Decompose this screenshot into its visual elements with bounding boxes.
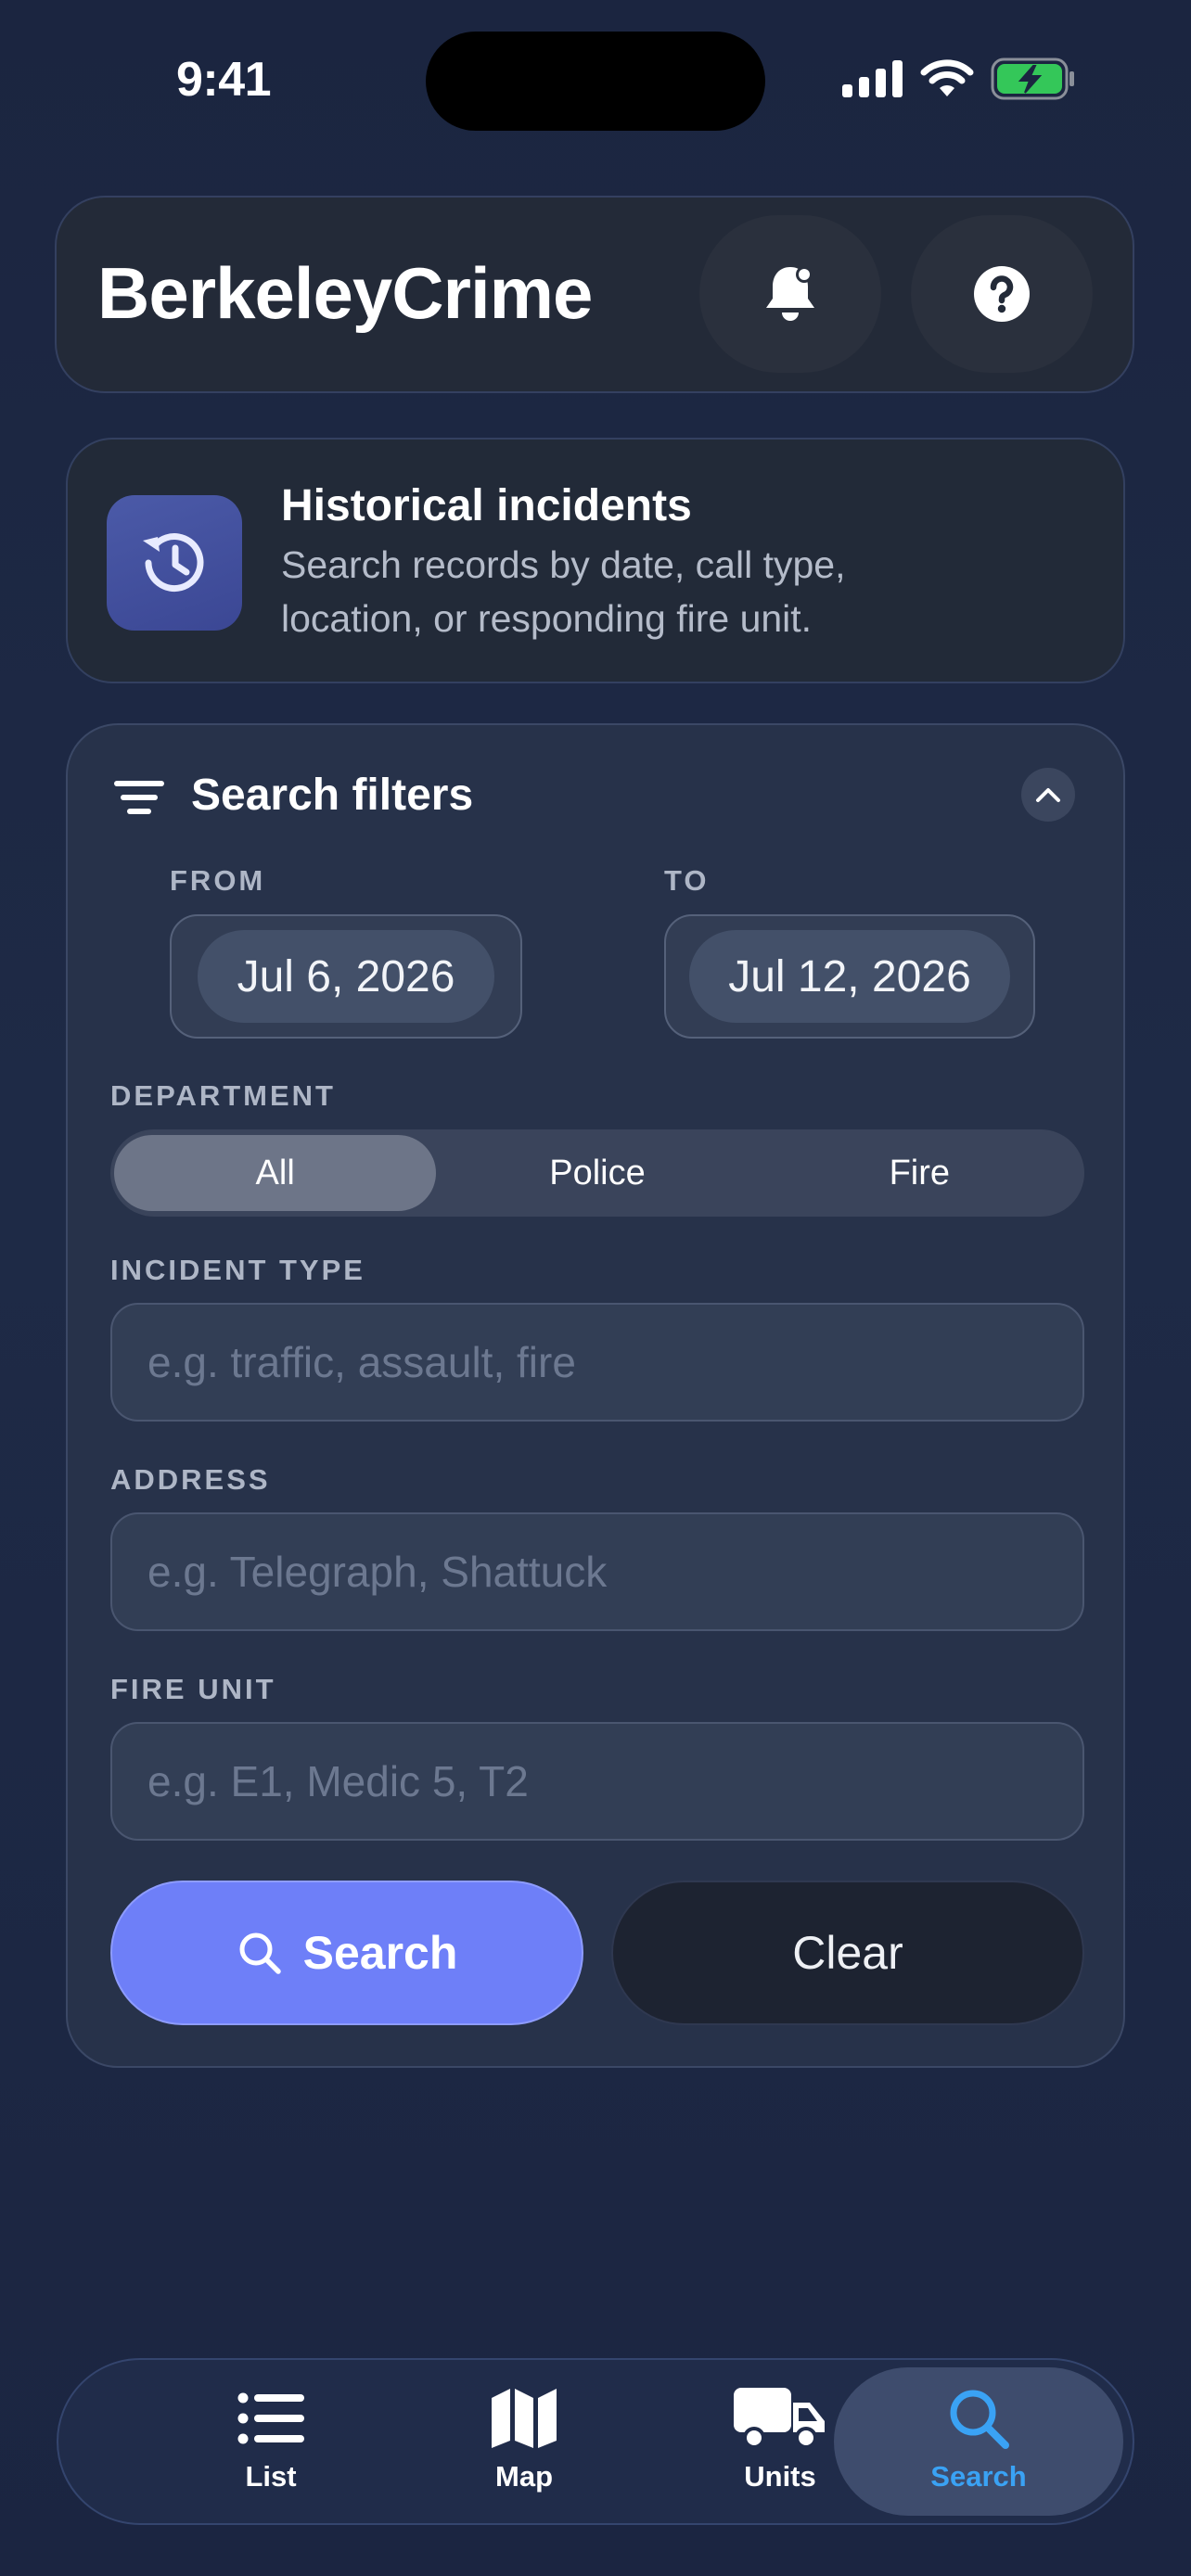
truck-icon (734, 2388, 825, 2449)
tab-map-label: Map (495, 2460, 553, 2493)
signal-icon (842, 60, 903, 97)
fire-unit-label: FIRE UNIT (110, 1673, 276, 1705)
from-date-field[interactable]: Jul 6, 2026 (170, 914, 522, 1039)
chevron-up-icon (1036, 788, 1060, 802)
address-label: ADDRESS (110, 1463, 271, 1496)
incident-type-field[interactable] (110, 1303, 1084, 1422)
help-button[interactable] (911, 215, 1093, 373)
search-button[interactable]: Search (110, 1881, 583, 2025)
info-description: Search records by date, call type, locat… (281, 543, 846, 640)
search-icon (239, 1932, 281, 1974)
notifications-button[interactable] (699, 215, 881, 373)
from-label: FROM (170, 864, 266, 897)
tab-bar: List Map Units Search (57, 2358, 1134, 2525)
status-icons (842, 57, 1076, 100)
incident-type-label: INCIDENT TYPE (110, 1254, 365, 1286)
bell-icon (766, 266, 814, 321)
department-segmented-control[interactable]: All Police Fire (110, 1129, 1084, 1217)
tab-list-label: List (245, 2460, 297, 2493)
segment-all[interactable]: All (114, 1135, 437, 1211)
info-title: Historical incidents (281, 481, 692, 530)
fire-unit-input[interactable] (146, 1755, 1082, 1807)
historical-info-card: Historical incidents Search records by d… (66, 438, 1125, 683)
history-tile (107, 495, 242, 631)
clear-button-label: Clear (792, 1927, 903, 1979)
department-label: DEPARTMENT (110, 1079, 336, 1112)
wifi-icon (920, 59, 974, 96)
battery-icon (991, 57, 1074, 100)
list-icon (237, 2392, 304, 2444)
address-input[interactable] (146, 1546, 1082, 1598)
fire-unit-field[interactable] (110, 1722, 1084, 1841)
tab-search[interactable]: Search (834, 2367, 1123, 2516)
header-card: BerkeleyCrime (55, 196, 1134, 393)
tab-list[interactable]: List (149, 2367, 392, 2516)
search-filters-card: Search filters FROM Jul 6, 2026 TO Jul 1… (66, 723, 1125, 2068)
map-icon (492, 2389, 557, 2448)
to-date-value[interactable]: Jul 12, 2026 (689, 930, 1010, 1023)
segment-police[interactable]: Police (436, 1135, 758, 1211)
tab-search-label: Search (930, 2460, 1027, 2493)
filter-lines-icon (114, 781, 164, 814)
to-label: TO (664, 864, 710, 897)
tab-units-label: Units (744, 2460, 816, 2493)
filters-title: Search filters (191, 771, 474, 820)
status-time: 9:41 (176, 53, 272, 107)
clear-button[interactable]: Clear (611, 1881, 1084, 2025)
collapse-filters-button[interactable] (1021, 768, 1075, 822)
question-circle-icon (974, 266, 1030, 322)
dynamic-island (426, 32, 765, 131)
to-date-field[interactable]: Jul 12, 2026 (664, 914, 1035, 1039)
incident-type-input[interactable] (146, 1336, 1082, 1388)
address-field[interactable] (110, 1512, 1084, 1631)
app-title: BerkeleyCrime (97, 252, 593, 334)
search-icon (950, 2390, 1009, 2449)
history-icon (143, 533, 204, 593)
segment-fire[interactable]: Fire (759, 1135, 1081, 1211)
search-button-label: Search (302, 1927, 458, 1979)
tab-map[interactable]: Map (403, 2367, 646, 2516)
from-date-value[interactable]: Jul 6, 2026 (198, 930, 494, 1023)
